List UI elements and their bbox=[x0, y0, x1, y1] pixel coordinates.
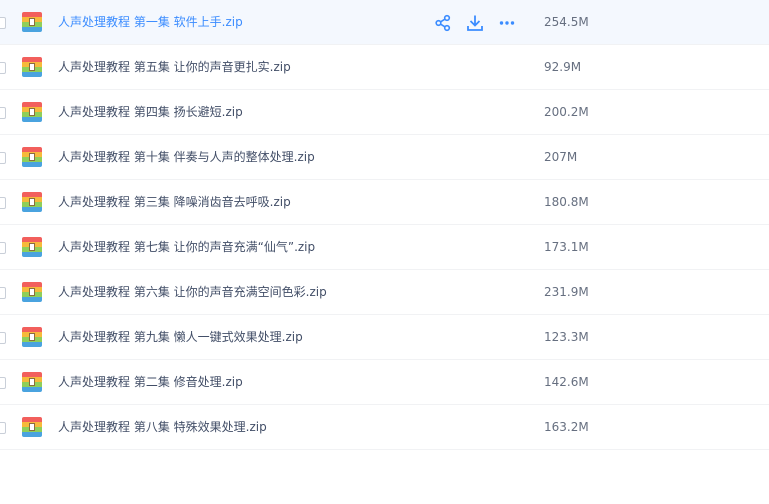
file-name[interactable]: 人声处理教程 第十集 伴奏与人声的整体处理.zip bbox=[58, 135, 315, 180]
file-row[interactable]: 人声处理教程 第四集 扬长避短.zip 200.2M bbox=[0, 90, 769, 135]
file-name[interactable]: 人声处理教程 第六集 让你的声音充满空间色彩.zip bbox=[58, 270, 327, 315]
file-row[interactable]: 人声处理教程 第二集 修音处理.zip 142.6M bbox=[0, 360, 769, 405]
file-name[interactable]: 人声处理教程 第五集 让你的声音更扎实.zip bbox=[58, 45, 291, 90]
row-checkbox[interactable] bbox=[0, 197, 6, 209]
file-size: 92.9M bbox=[544, 60, 582, 74]
file-name[interactable]: 人声处理教程 第七集 让你的声音充满“仙气”.zip bbox=[58, 225, 315, 270]
file-size: 123.3M bbox=[544, 330, 589, 344]
file-list: 人声处理教程 第一集 软件上手.zip 254.5M 人声处理教程 第五集 让你… bbox=[0, 0, 769, 450]
zip-file-icon bbox=[22, 192, 42, 212]
share-icon[interactable] bbox=[434, 14, 452, 32]
row-checkbox[interactable] bbox=[0, 107, 6, 119]
row-checkbox[interactable] bbox=[0, 242, 6, 254]
zip-file-icon bbox=[22, 237, 42, 257]
file-name[interactable]: 人声处理教程 第九集 懒人一键式效果处理.zip bbox=[58, 315, 303, 360]
zip-file-icon bbox=[22, 327, 42, 347]
file-size: 207M bbox=[544, 150, 578, 164]
file-row[interactable]: 人声处理教程 第七集 让你的声音充满“仙气”.zip 173.1M bbox=[0, 225, 769, 270]
row-checkbox[interactable] bbox=[0, 422, 6, 434]
more-icon[interactable] bbox=[498, 14, 516, 32]
file-size: 254.5M bbox=[544, 15, 589, 29]
file-name[interactable]: 人声处理教程 第三集 降噪消齿音去呼吸.zip bbox=[58, 180, 291, 225]
row-checkbox[interactable] bbox=[0, 62, 6, 74]
zip-file-icon bbox=[22, 372, 42, 392]
file-name[interactable]: 人声处理教程 第二集 修音处理.zip bbox=[58, 360, 243, 405]
download-icon[interactable] bbox=[466, 14, 484, 32]
file-size: 180.8M bbox=[544, 195, 589, 209]
file-row[interactable]: 人声处理教程 第十集 伴奏与人声的整体处理.zip 207M bbox=[0, 135, 769, 180]
file-row[interactable]: 人声处理教程 第五集 让你的声音更扎实.zip 92.9M bbox=[0, 45, 769, 90]
zip-file-icon bbox=[22, 57, 42, 77]
file-name[interactable]: 人声处理教程 第八集 特殊效果处理.zip bbox=[58, 405, 267, 450]
row-checkbox[interactable] bbox=[0, 152, 6, 164]
file-name[interactable]: 人声处理教程 第一集 软件上手.zip bbox=[58, 0, 243, 45]
file-size: 200.2M bbox=[544, 105, 589, 119]
file-name[interactable]: 人声处理教程 第四集 扬长避短.zip bbox=[58, 90, 243, 135]
zip-file-icon bbox=[22, 147, 42, 167]
file-size: 142.6M bbox=[544, 375, 589, 389]
file-row[interactable]: 人声处理教程 第六集 让你的声音充满空间色彩.zip 231.9M bbox=[0, 270, 769, 315]
file-row[interactable]: 人声处理教程 第一集 软件上手.zip 254.5M bbox=[0, 0, 769, 45]
file-size: 163.2M bbox=[544, 420, 589, 434]
zip-file-icon bbox=[22, 102, 42, 122]
row-checkbox[interactable] bbox=[0, 17, 6, 29]
row-checkbox[interactable] bbox=[0, 287, 6, 299]
zip-file-icon bbox=[22, 282, 42, 302]
file-row[interactable]: 人声处理教程 第八集 特殊效果处理.zip 163.2M bbox=[0, 405, 769, 450]
file-row[interactable]: 人声处理教程 第九集 懒人一键式效果处理.zip 123.3M bbox=[0, 315, 769, 360]
zip-file-icon bbox=[22, 12, 42, 32]
file-size: 173.1M bbox=[544, 240, 589, 254]
file-row[interactable]: 人声处理教程 第三集 降噪消齿音去呼吸.zip 180.8M bbox=[0, 180, 769, 225]
row-checkbox[interactable] bbox=[0, 377, 6, 389]
row-checkbox[interactable] bbox=[0, 332, 6, 344]
zip-file-icon bbox=[22, 417, 42, 437]
file-size: 231.9M bbox=[544, 285, 589, 299]
